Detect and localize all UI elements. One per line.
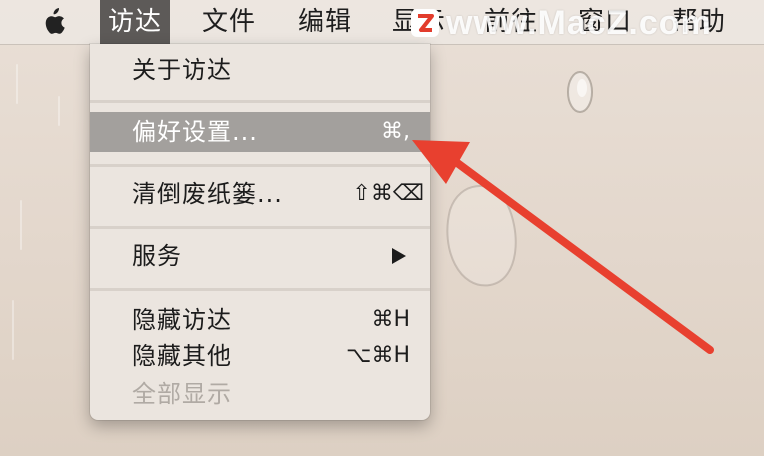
red-pointer-arrow [412,140,714,354]
